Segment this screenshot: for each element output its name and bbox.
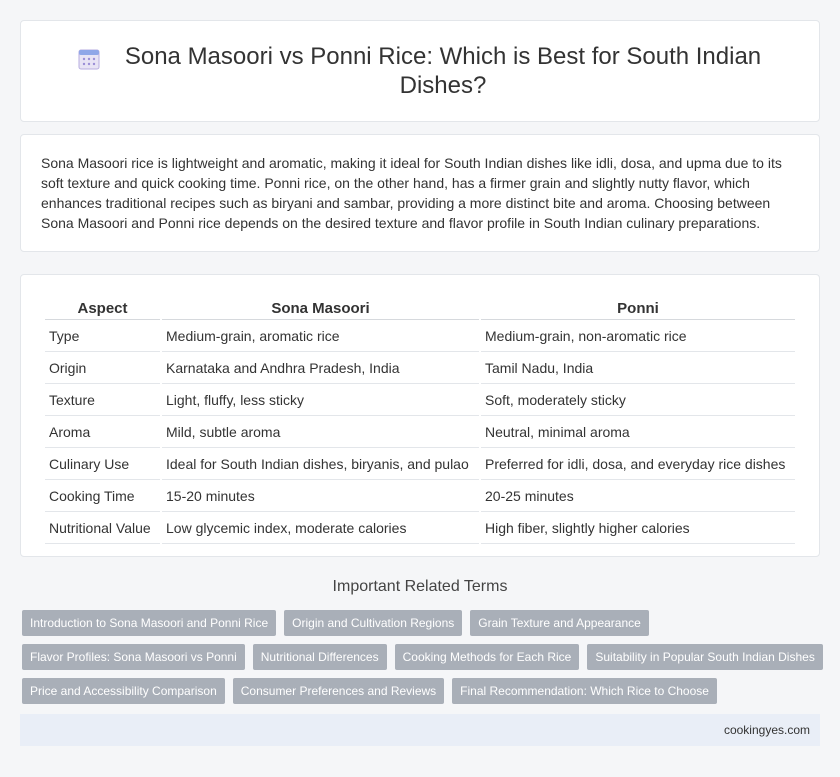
cell-aspect: Aroma	[45, 418, 160, 448]
related-term-tag[interactable]: Suitability in Popular South Indian Dish…	[587, 644, 823, 670]
related-term-tag[interactable]: Nutritional Differences	[252, 644, 387, 670]
header-sona-masoori: Sona Masoori	[162, 297, 479, 320]
related-term-tag[interactable]: Consumer Preferences and Reviews	[232, 678, 445, 704]
cell-ponni: Tamil Nadu, India	[481, 354, 795, 384]
cell-ponni: Medium-grain, non-aromatic rice	[481, 322, 795, 352]
calendar-icon	[78, 49, 100, 70]
cell-sona-masoori: Light, fluffy, less sticky	[162, 386, 479, 416]
page-title: Sona Masoori vs Ponni Rice: Which is Bes…	[124, 43, 762, 99]
tag-row: Introduction to Sona Masoori and Ponni R…	[22, 610, 822, 636]
tag-row: Flavor Profiles: Sona Masoori vs Ponni N…	[22, 644, 823, 670]
cell-ponni: 20-25 minutes	[481, 482, 795, 512]
cell-aspect: Origin	[45, 354, 160, 384]
cell-sona-masoori: Ideal for South Indian dishes, biryanis,…	[162, 450, 479, 480]
comparison-table-card: Aspect Sona Masoori Ponni Type Medium-gr…	[20, 274, 820, 557]
table-row: Texture Light, fluffy, less sticky Soft,…	[45, 386, 795, 416]
related-term-tag[interactable]: Introduction to Sona Masoori and Ponni R…	[22, 610, 277, 636]
tag-row: Price and Accessibility Comparison Consu…	[22, 678, 822, 704]
cell-ponni: Soft, moderately sticky	[481, 386, 795, 416]
title-wrap: Sona Masoori vs Ponni Rice: Which is Bes…	[70, 42, 770, 100]
related-term-tag[interactable]: Grain Texture and Appearance	[470, 610, 649, 636]
related-term-tag[interactable]: Price and Accessibility Comparison	[22, 678, 225, 704]
cell-sona-masoori: Karnataka and Andhra Pradesh, India	[162, 354, 479, 384]
related-term-tag[interactable]: Final Recommendation: Which Rice to Choo…	[452, 678, 717, 704]
table-header-row: Aspect Sona Masoori Ponni	[45, 297, 795, 320]
cell-sona-masoori: Medium-grain, aromatic rice	[162, 322, 479, 352]
related-terms-tags: Introduction to Sona Masoori and Ponni R…	[22, 610, 823, 712]
cell-ponni: Preferred for idli, dosa, and everyday r…	[481, 450, 795, 480]
related-terms-heading: Important Related Terms	[332, 578, 508, 595]
footer-site-link[interactable]: cookingyes.com	[724, 723, 810, 737]
cell-aspect: Nutritional Value	[45, 514, 160, 544]
footer: cookingyes.com	[20, 714, 820, 746]
table-row: Type Medium-grain, aromatic rice Medium-…	[45, 322, 795, 352]
cell-sona-masoori: Low glycemic index, moderate calories	[162, 514, 479, 544]
header-aspect: Aspect	[45, 297, 160, 320]
related-term-tag[interactable]: Cooking Methods for Each Rice	[394, 644, 580, 670]
table-row: Origin Karnataka and Andhra Pradesh, Ind…	[45, 354, 795, 384]
title-card: Sona Masoori vs Ponni Rice: Which is Bes…	[20, 20, 820, 122]
table-row: Culinary Use Ideal for South Indian dish…	[45, 450, 795, 480]
cell-aspect: Culinary Use	[45, 450, 160, 480]
table-row: Cooking Time 15-20 minutes 20-25 minutes	[45, 482, 795, 512]
intro-paragraph: Sona Masoori rice is lightweight and aro…	[41, 155, 782, 231]
cell-sona-masoori: Mild, subtle aroma	[162, 418, 479, 448]
related-term-tag[interactable]: Origin and Cultivation Regions	[284, 610, 463, 636]
table-row: Nutritional Value Low glycemic index, mo…	[45, 514, 795, 544]
related-term-tag[interactable]: Flavor Profiles: Sona Masoori vs Ponni	[22, 644, 245, 670]
comparison-table: Aspect Sona Masoori Ponni Type Medium-gr…	[43, 295, 797, 546]
cell-aspect: Type	[45, 322, 160, 352]
cell-ponni: Neutral, minimal aroma	[481, 418, 795, 448]
table-row: Aroma Mild, subtle aroma Neutral, minima…	[45, 418, 795, 448]
header-ponni: Ponni	[481, 297, 795, 320]
cell-aspect: Texture	[45, 386, 160, 416]
cell-sona-masoori: 15-20 minutes	[162, 482, 479, 512]
cell-aspect: Cooking Time	[45, 482, 160, 512]
intro-card: Sona Masoori rice is lightweight and aro…	[20, 134, 820, 252]
cell-ponni: High fiber, slightly higher calories	[481, 514, 795, 544]
